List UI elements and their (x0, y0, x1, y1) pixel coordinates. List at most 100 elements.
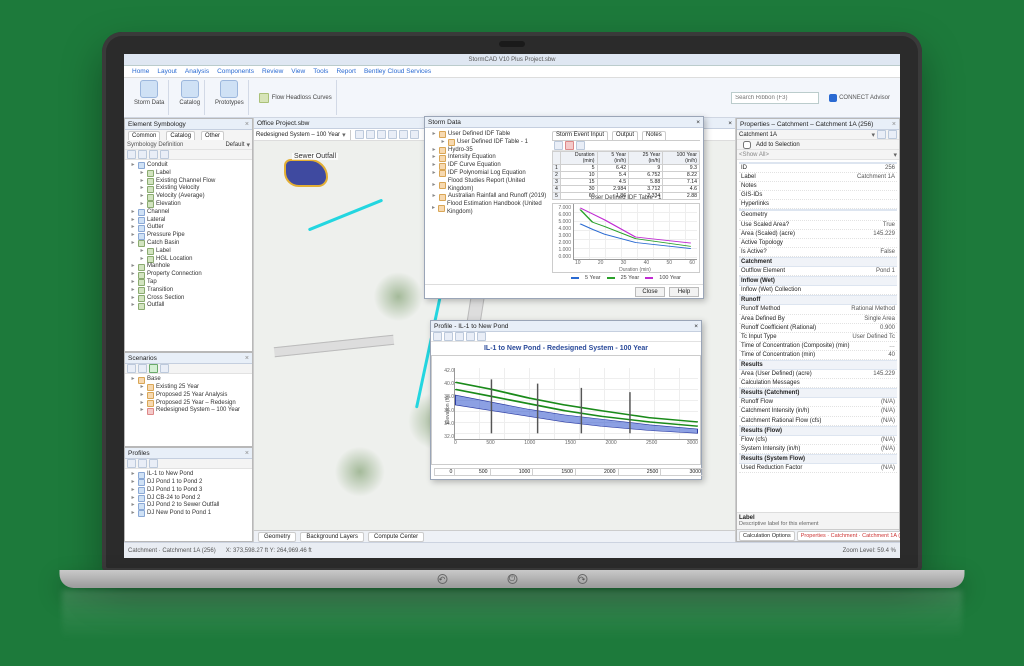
tree-item[interactable]: ▸Outfall (127, 302, 250, 310)
help-button[interactable]: Help (669, 287, 699, 297)
tab-analysis[interactable]: Analysis (185, 68, 209, 75)
select-icon[interactable] (355, 130, 364, 139)
toolbar-icon[interactable] (433, 332, 442, 341)
tree-item[interactable]: ▸User Defined IDF Table - 1 (428, 139, 548, 147)
prop-tab-calc[interactable]: Calculation Options (739, 531, 795, 541)
toolbar-icon[interactable] (466, 332, 475, 341)
storm-tab-output[interactable]: Output (612, 131, 638, 140)
connect-advisor[interactable]: CONNECT Advisor (829, 94, 890, 102)
close-icon[interactable]: × (694, 323, 698, 330)
tree-item[interactable]: ▸IDF Polynomial Log Equation (428, 170, 548, 178)
storm-tree[interactable]: ▸User Defined IDF Table ▸User Defined ID… (428, 131, 548, 191)
tree-item[interactable]: ▸Flood Estimation Handbook (United Kingd… (428, 201, 548, 217)
toolbar-icon[interactable] (138, 459, 147, 468)
tab-report[interactable]: Report (336, 68, 356, 75)
tree-item[interactable]: ▸Proposed 25 Year – Redesign (127, 400, 250, 408)
close-icon[interactable]: × (728, 120, 732, 127)
toolbar-icon[interactable] (455, 332, 464, 341)
map-tab-bg[interactable]: Background Layers (300, 532, 364, 542)
property-row[interactable]: Flow (cfs)(N/A) (739, 436, 897, 445)
tree-item[interactable]: ▸Intensity Equation (428, 154, 548, 162)
tab-view[interactable]: View (291, 68, 305, 75)
tab-review[interactable]: Review (262, 68, 283, 75)
tree-item[interactable]: ▸DJ New Pond to Pond 1 (127, 510, 250, 518)
delete-icon[interactable] (565, 141, 574, 150)
add-to-selection-checkbox[interactable] (743, 141, 751, 149)
tree-item[interactable]: ▸Property Connection (127, 271, 250, 279)
property-row[interactable]: Area (Scaled) (acre)145.229 (739, 230, 897, 239)
property-row[interactable]: Used Reduction Factor(N/A) (739, 464, 897, 473)
tree-item[interactable]: ▸Label (127, 248, 250, 256)
tree-item[interactable]: ▸IDF Curve Equation (428, 162, 548, 170)
toolbar-icon[interactable] (576, 141, 585, 150)
toolbar-icon[interactable] (160, 364, 169, 373)
close-icon[interactable]: × (245, 121, 249, 128)
storm-tab-input[interactable]: Storm Event Input (552, 131, 608, 140)
property-row[interactable]: Geometry (739, 211, 897, 220)
property-row[interactable]: Runoff Coefficient (Rational)0.900 (739, 324, 897, 333)
ribbon-search[interactable] (731, 92, 819, 104)
property-group[interactable]: Results (System Flow) (739, 454, 897, 464)
toolbar-icon[interactable] (149, 459, 158, 468)
scenario-dropdown[interactable]: Redesigned System – 100 Year (256, 132, 340, 138)
dialog-storm-data[interactable]: Storm Data × ▸User Defined IDF Table ▸Us… (424, 116, 704, 299)
toolbar-icon[interactable] (477, 332, 486, 341)
close-icon[interactable]: × (245, 450, 249, 457)
property-row[interactable]: ID256 (739, 164, 897, 173)
property-row[interactable]: Inflow (Wet) Collection (739, 286, 897, 295)
pan-icon[interactable] (366, 130, 375, 139)
tree-item[interactable]: ▸User Defined IDF Table (428, 131, 548, 139)
property-group[interactable]: Runoff (739, 295, 897, 305)
property-row[interactable]: Notes (739, 182, 897, 191)
property-row[interactable]: Outflow ElementPond 1 (739, 267, 897, 276)
tree-item[interactable]: ▸Flood Studies Report (United Kingdom) (428, 178, 548, 194)
property-row[interactable]: Catchment Intensity (in/h)(N/A) (739, 407, 897, 416)
property-row[interactable]: Use Scaled Area?True (739, 221, 897, 230)
toolbar-icon[interactable] (138, 150, 147, 159)
property-group[interactable]: Results (739, 360, 897, 370)
property-row[interactable]: Time of Concentration (Composite) (min)… (739, 342, 897, 351)
refresh-icon[interactable] (410, 130, 419, 139)
prev-icon[interactable] (877, 130, 886, 139)
tree-item[interactable]: ▸Transition (127, 287, 250, 295)
tree-item[interactable]: ▸Gutter (127, 224, 250, 232)
tree-item[interactable]: ▸Catch Basin (127, 240, 250, 248)
property-row[interactable]: Hyperlinks (739, 200, 897, 209)
compute-icon[interactable] (149, 364, 158, 373)
map-tab-geometry[interactable]: Geometry (258, 532, 296, 542)
property-group[interactable]: Inflow (Wet) (739, 276, 897, 286)
property-row[interactable]: Tc Input TypeUser Defined Tc (739, 333, 897, 342)
prop-tab-props[interactable]: Properties · Catchment · Catchment 1A (2… (797, 531, 900, 541)
close-icon[interactable]: × (245, 355, 249, 362)
tree-item[interactable]: ▸HGL Location (127, 256, 250, 264)
tree-item[interactable]: ▸Pressure Pipe (127, 232, 250, 240)
property-row[interactable]: Runoff MethodRational Method (739, 305, 897, 314)
tab-home[interactable]: Home (132, 68, 149, 75)
toolbar-icon[interactable] (444, 332, 453, 341)
sym-tab-common[interactable]: Common (128, 131, 160, 140)
tree-item[interactable]: ▸Existing 25 Year (127, 384, 250, 392)
close-icon[interactable]: × (892, 121, 896, 128)
scenarios-tree[interactable]: ▸Base ▸Existing 25 Year ▸Proposed 25 Yea… (125, 374, 252, 446)
tree-item[interactable]: ▸Proposed 25 Year Analysis (127, 392, 250, 400)
property-row[interactable]: System Intensity (in/h)(N/A) (739, 445, 897, 454)
tree-item[interactable]: ▸DJ Pond 1 to Pond 3 (127, 487, 250, 495)
tree-item[interactable]: ▸Base (127, 376, 250, 384)
tree-item[interactable]: ▸DJ Pond 2 to Sewer Outfall (127, 502, 250, 510)
tab-tools[interactable]: Tools (313, 68, 328, 75)
tree-item[interactable]: ▸Australian Rainfall and Runoff (2019) (428, 193, 548, 201)
tab-bentley[interactable]: Bentley Cloud Services (364, 68, 431, 75)
catalog-icon[interactable] (181, 80, 199, 98)
map-tab-compute[interactable]: Compute Center (368, 532, 424, 542)
profiles-tree[interactable]: ▸IL-1 to New Pond ▸DJ Pond 1 to Pond 2 ▸… (125, 469, 252, 541)
toolbar-icon[interactable] (127, 150, 136, 159)
storm-tab-notes[interactable]: Notes (642, 131, 666, 140)
tree-item[interactable]: ▸Cross Section (127, 295, 250, 303)
property-row[interactable]: Runoff Flow(N/A) (739, 398, 897, 407)
add-icon[interactable] (554, 141, 563, 150)
property-row[interactable]: Calculation Messages (739, 379, 897, 388)
tree-item[interactable]: ▸Conduit (127, 162, 250, 170)
toolbar-icon[interactable] (127, 459, 136, 468)
toolbar-icon[interactable] (160, 150, 169, 159)
property-group[interactable]: Catchment (739, 257, 897, 267)
